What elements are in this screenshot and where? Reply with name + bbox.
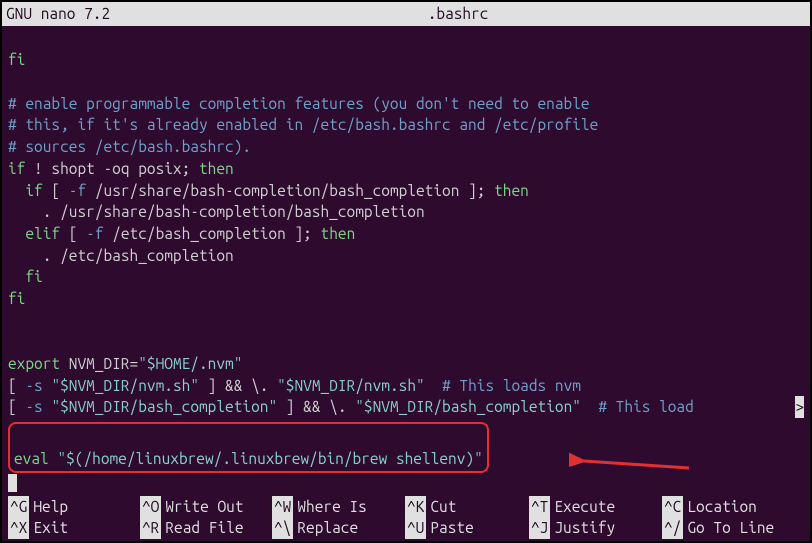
code-text: . /etc/bash_completion (8, 247, 234, 264)
code-text: [ (8, 377, 25, 394)
code-comment: # This loads nvm (442, 377, 581, 394)
code-keyword: then (199, 160, 234, 177)
code-line: fi (8, 51, 25, 68)
help-item[interactable]: ^XExit (8, 517, 140, 539)
code-text: NVM_DIR= (60, 355, 138, 372)
help-row-2: ^XExit ^RRead File ^\Replace ^UPaste ^JJ… (8, 517, 804, 539)
help-item[interactable]: ^WWhere Is (272, 496, 405, 518)
help-item[interactable]: ^TExecute (529, 496, 662, 518)
code-text: ! shopt -oq posix; (25, 160, 199, 177)
code-flag: -f (69, 182, 86, 199)
code-keyword: then (321, 225, 356, 242)
help-item[interactable]: ^CLocation (662, 496, 765, 518)
code-string: "$HOME/.nvm" (138, 355, 242, 372)
code-string: "$NVM_DIR/bash_completion" (355, 398, 581, 415)
cursor (8, 474, 17, 492)
help-row-1: ^GHelp ^OWrite Out ^WWhere Is ^KCut ^TEx… (8, 496, 804, 518)
code-string: "$NVM_DIR/bash_completion" (51, 398, 277, 415)
code-keyword: if (8, 182, 43, 199)
code-string: "$NVM_DIR/nvm.sh" (277, 377, 425, 394)
code-keyword: export (8, 355, 60, 372)
code-flag: -s (25, 398, 42, 415)
code-keyword: elif (8, 225, 60, 242)
help-item[interactable]: ^RRead File (140, 517, 272, 539)
code-text: [ (60, 225, 86, 242)
code-text (425, 377, 442, 394)
code-text: /usr/share/bash-completion/bash_completi… (86, 182, 494, 199)
code-comment: # sources /etc/bash.bashrc). (8, 138, 251, 155)
code-comment: # enable programmable completion feature… (8, 95, 590, 112)
code-text: ] && \. (277, 398, 355, 415)
code-text: /etc/bash_completion ]; (104, 225, 321, 242)
help-item[interactable]: ^UPaste (405, 517, 529, 539)
nano-help-bar: ^GHelp ^OWrite Out ^WWhere Is ^KCut ^TEx… (8, 496, 804, 539)
terminal-window: GNU nano 7.2 .bashrc fi # enable program… (2, 2, 810, 541)
help-item[interactable]: ^/Go To Line (662, 517, 782, 539)
code-string: "$NVM_DIR/nvm.sh" (51, 377, 199, 394)
code-text (581, 398, 598, 415)
help-item[interactable]: ^JJustify (529, 517, 662, 539)
code-text: . /usr/share/bash-completion/bash_comple… (8, 203, 425, 220)
nano-title-bar: GNU nano 7.2 .bashrc (2, 2, 810, 26)
help-item[interactable]: ^KCut (405, 496, 529, 518)
code-string: "$(/home/linuxbrew/.linuxbrew/bin/brew s… (57, 450, 482, 467)
code-comment: # This load (598, 398, 693, 415)
editor-content[interactable]: fi # enable programmable completion feat… (2, 26, 810, 495)
code-keyword: fi (8, 290, 25, 307)
line-truncated-indicator: > (795, 396, 804, 418)
code-comment: # this, if it's already enabled in /etc/… (8, 116, 598, 133)
highlighted-line-box: eval "$(/home/linuxbrew/.linuxbrew/bin/b… (8, 422, 489, 473)
filename: .bashrc (110, 3, 806, 25)
app-name: GNU nano 7.2 (6, 3, 110, 25)
code-keyword: then (494, 182, 529, 199)
code-flag: -f (86, 225, 103, 242)
code-flag: -s (25, 377, 42, 394)
code-text: [ (43, 182, 69, 199)
help-item[interactable]: ^GHelp (8, 496, 140, 518)
code-keyword: fi (8, 268, 43, 285)
code-keyword: eval (14, 450, 49, 467)
code-keyword: if (8, 160, 25, 177)
code-text: [ (8, 398, 25, 415)
code-text: ] && \. (199, 377, 277, 394)
help-item[interactable]: ^OWrite Out (140, 496, 272, 518)
help-item[interactable]: ^\Replace (272, 517, 405, 539)
